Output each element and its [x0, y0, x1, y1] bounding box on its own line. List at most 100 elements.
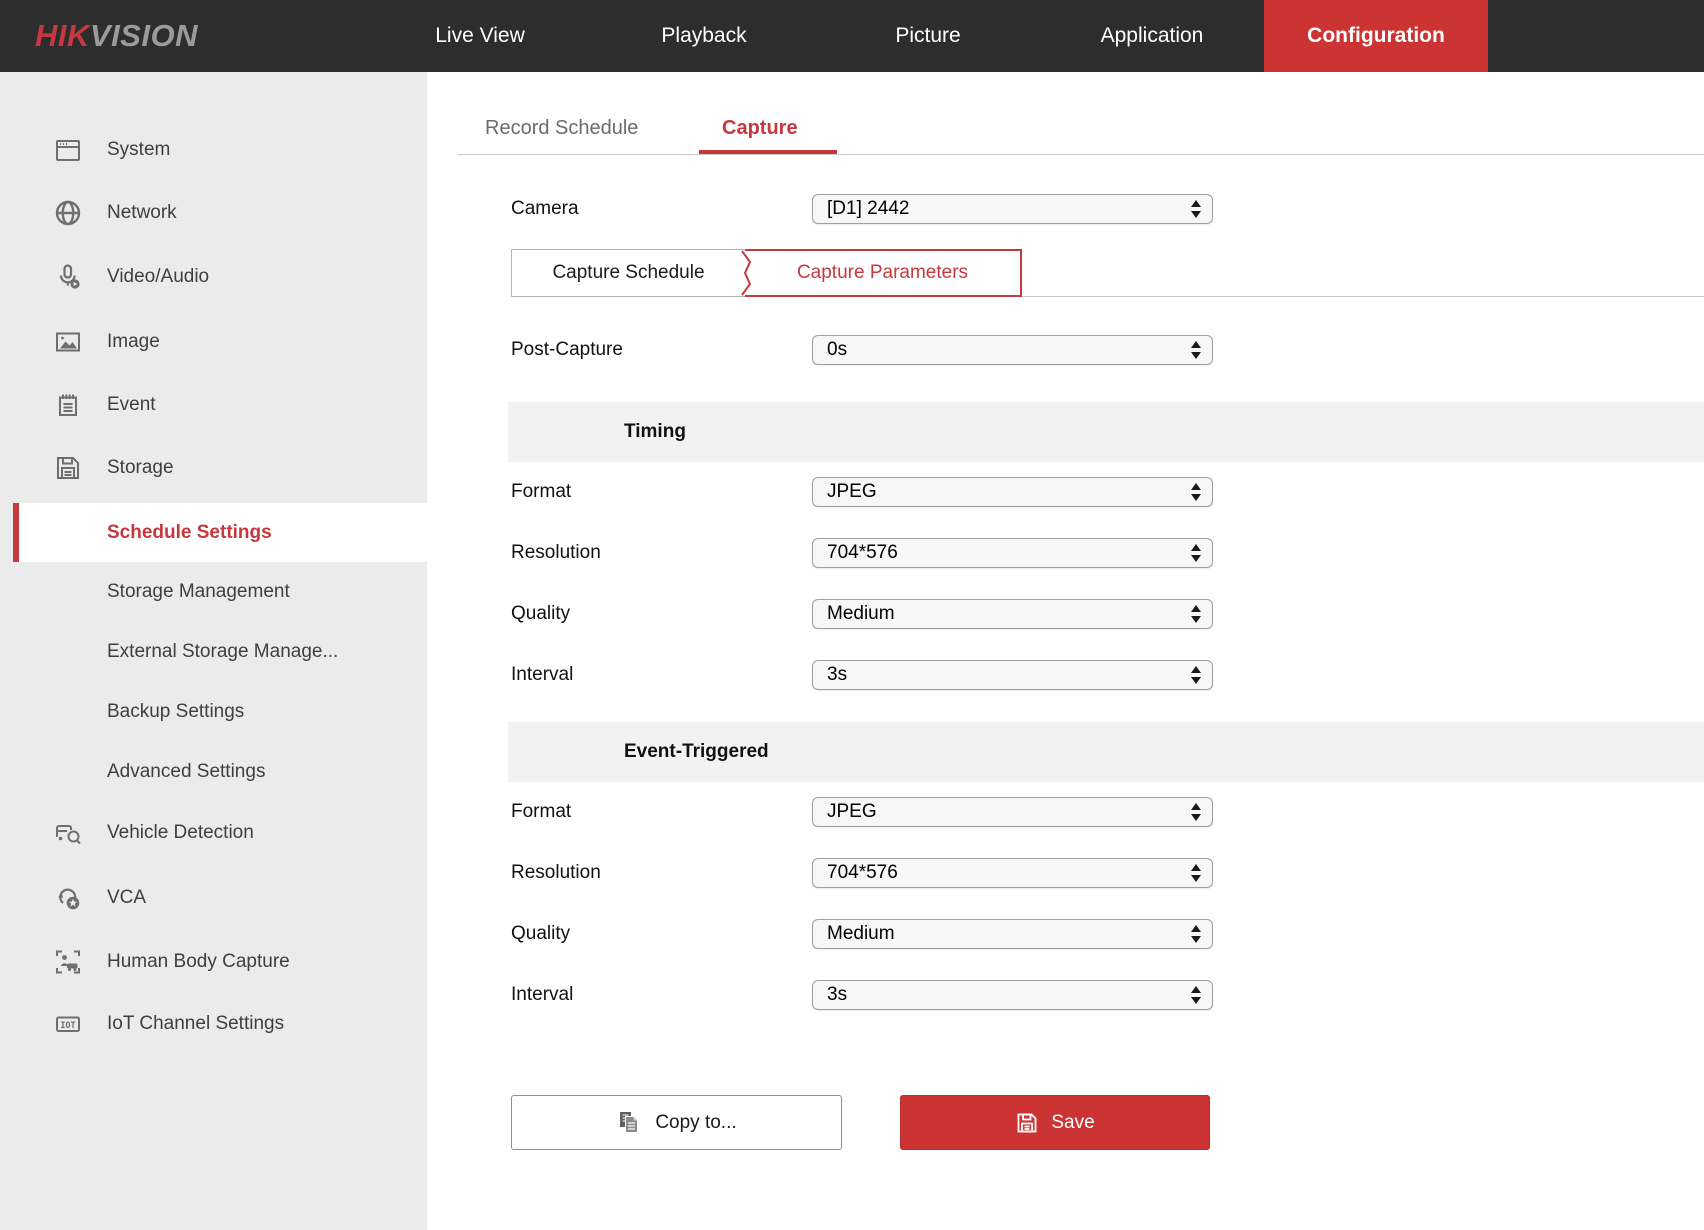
event-format-value: JPEG	[827, 798, 877, 826]
subtab-capture-schedule[interactable]: Capture Schedule	[511, 249, 745, 297]
event-resolution-label: Resolution	[511, 858, 601, 888]
sidebar-item-image[interactable]: Image	[0, 320, 427, 364]
event-triggered-section-title: Event-Triggered	[624, 722, 769, 782]
sidebar-item-label: Backup Settings	[107, 690, 244, 734]
tab-record-schedule[interactable]: Record Schedule	[485, 110, 638, 146]
tabs-divider-line	[458, 154, 1704, 155]
logo-vision-text: VISION	[90, 18, 198, 53]
event-resolution-select[interactable]: 704*576	[812, 858, 1213, 888]
sidebar-item-label: Storage	[107, 446, 174, 490]
camera-select-value: [D1] 2442	[827, 195, 909, 223]
nav-picture[interactable]: Picture	[816, 0, 1040, 72]
sidebar-item-label: Vehicle Detection	[107, 811, 254, 855]
event-icon	[53, 390, 83, 420]
tab-capture[interactable]: Capture	[722, 110, 798, 146]
nav-live-view[interactable]: Live View	[368, 0, 592, 72]
event-quality-value: Medium	[827, 920, 895, 948]
sidebar-item-external-storage-management[interactable]: External Storage Manage...	[0, 630, 427, 674]
sidebar-item-label: Network	[107, 191, 177, 235]
timing-interval-select[interactable]: 3s	[812, 660, 1213, 690]
updown-arrows-icon	[1191, 862, 1201, 884]
event-quality-select[interactable]: Medium	[812, 919, 1213, 949]
sidebar: System Network Video/Audio	[0, 72, 427, 1230]
network-icon	[53, 198, 83, 228]
updown-arrows-icon	[1191, 603, 1201, 625]
hikvision-config-page: HIKVISION Live View Playback Picture App…	[0, 0, 1704, 1230]
sidebar-item-schedule-settings[interactable]: Schedule Settings	[13, 503, 427, 562]
sidebar-item-label: IoT Channel Settings	[107, 1002, 284, 1046]
camera-label: Camera	[511, 194, 579, 224]
sidebar-item-label: Event	[107, 383, 156, 427]
human-body-capture-icon	[53, 947, 83, 977]
updown-arrows-icon	[1191, 339, 1201, 361]
system-icon	[53, 135, 83, 165]
sidebar-item-event[interactable]: Event	[0, 383, 427, 427]
sidebar-item-backup-settings[interactable]: Backup Settings	[0, 690, 427, 734]
timing-interval-label: Interval	[511, 660, 573, 690]
sidebar-item-label: External Storage Manage...	[107, 630, 338, 674]
timing-interval-value: 3s	[827, 661, 847, 689]
sidebar-item-human-body-capture[interactable]: Human Body Capture	[0, 940, 427, 984]
timing-format-label: Format	[511, 477, 571, 507]
chevron-divider-icon	[739, 250, 757, 296]
event-interval-value: 3s	[827, 981, 847, 1009]
timing-resolution-select[interactable]: 704*576	[812, 538, 1213, 568]
sidebar-item-label: Schedule Settings	[107, 503, 272, 562]
top-bar: HIKVISION Live View Playback Picture App…	[0, 0, 1704, 72]
save-button-label: Save	[1051, 1112, 1094, 1134]
timing-format-select[interactable]: JPEG	[812, 477, 1213, 507]
post-capture-label: Post-Capture	[511, 335, 623, 365]
sidebar-item-network[interactable]: Network	[0, 191, 427, 235]
timing-quality-label: Quality	[511, 599, 570, 629]
iot-icon: IOT	[53, 1009, 83, 1039]
event-interval-label: Interval	[511, 980, 573, 1010]
top-nav: Live View Playback Picture Application C…	[368, 0, 1488, 72]
camera-select[interactable]: [D1] 2442	[812, 194, 1213, 224]
updown-arrows-icon	[1191, 481, 1201, 503]
copy-to-button[interactable]: Copy to...	[511, 1095, 842, 1150]
updown-arrows-icon	[1191, 542, 1201, 564]
vca-icon	[53, 883, 83, 913]
sidebar-item-vca[interactable]: VCA	[0, 876, 427, 920]
sidebar-item-label: Video/Audio	[107, 255, 209, 299]
sidebar-item-storage-management[interactable]: Storage Management	[0, 570, 427, 614]
save-icon	[1015, 1111, 1039, 1135]
timing-resolution-label: Resolution	[511, 538, 601, 568]
updown-arrows-icon	[1191, 984, 1201, 1006]
event-interval-select[interactable]: 3s	[812, 980, 1213, 1010]
sidebar-item-vehicle-detection[interactable]: Vehicle Detection	[0, 811, 427, 855]
event-format-select[interactable]: JPEG	[812, 797, 1213, 827]
hikvision-logo: HIKVISION	[35, 0, 198, 72]
capture-subtabs: Capture Schedule Capture Parameters	[511, 249, 1022, 297]
event-resolution-value: 704*576	[827, 859, 898, 887]
event-format-label: Format	[511, 797, 571, 827]
updown-arrows-icon	[1191, 923, 1201, 945]
timing-quality-select[interactable]: Medium	[812, 599, 1213, 629]
nav-application[interactable]: Application	[1040, 0, 1264, 72]
timing-section-header: Timing	[508, 402, 1704, 462]
storage-icon	[53, 453, 83, 483]
sidebar-item-label: System	[107, 128, 170, 172]
sidebar-item-label: Human Body Capture	[107, 940, 290, 984]
sidebar-item-label: Advanced Settings	[107, 750, 265, 794]
timing-format-value: JPEG	[827, 478, 877, 506]
sidebar-item-storage[interactable]: Storage	[0, 446, 427, 490]
sidebar-item-video-audio[interactable]: Video/Audio	[0, 255, 427, 299]
updown-arrows-icon	[1191, 801, 1201, 823]
post-capture-select-value: 0s	[827, 336, 847, 364]
sidebar-item-iot-channel-settings[interactable]: IOT IoT Channel Settings	[0, 1002, 427, 1046]
main-content: Record Schedule Capture Camera [D1] 2442…	[427, 72, 1704, 1230]
sidebar-item-advanced-settings[interactable]: Advanced Settings	[0, 750, 427, 794]
post-capture-select[interactable]: 0s	[812, 335, 1213, 365]
updown-arrows-icon	[1191, 198, 1201, 220]
nav-playback[interactable]: Playback	[592, 0, 816, 72]
nav-configuration[interactable]: Configuration	[1264, 0, 1488, 72]
subtab-capture-parameters[interactable]: Capture Parameters	[745, 249, 1022, 297]
copy-to-button-label: Copy to...	[655, 1112, 736, 1134]
sidebar-item-label: VCA	[107, 876, 146, 920]
image-icon	[53, 327, 83, 357]
sidebar-item-system[interactable]: System	[0, 128, 427, 172]
save-button[interactable]: Save	[900, 1095, 1210, 1150]
vehicle-detection-icon	[53, 818, 83, 848]
copy-icon	[616, 1109, 643, 1136]
